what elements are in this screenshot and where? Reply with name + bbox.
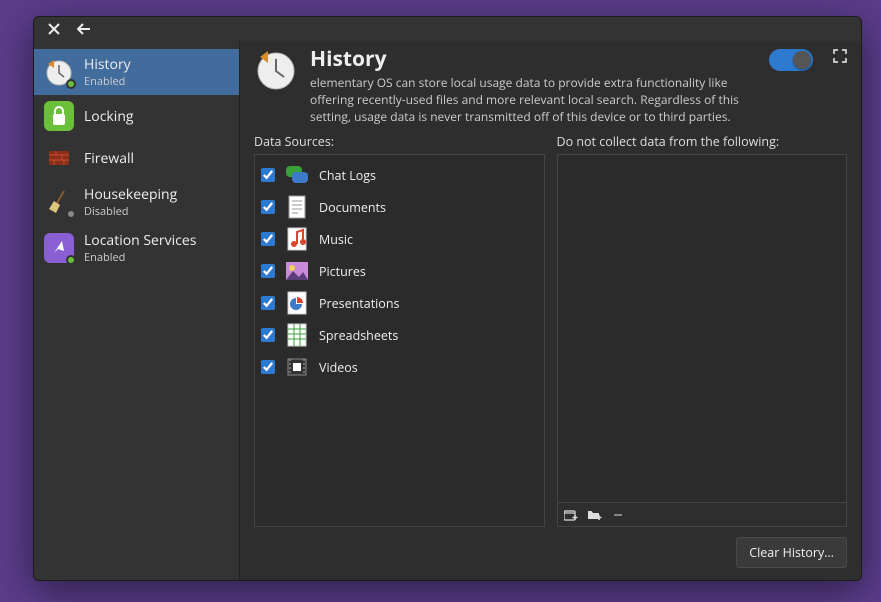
add-folder-icon[interactable] [588, 509, 602, 521]
data-source-label: Music [319, 231, 353, 248]
data-source-label: Pictures [319, 263, 366, 280]
expand-button[interactable] [833, 49, 847, 63]
exclude-column: Do not collect data from the following: [557, 133, 848, 527]
data-source-label: Presentations [319, 295, 399, 312]
data-source-label: Spreadsheets [319, 327, 398, 344]
titlebar [34, 17, 861, 41]
data-source-checkbox[interactable] [261, 328, 275, 342]
data-source-checkbox[interactable] [261, 264, 275, 278]
close-button[interactable] [44, 19, 64, 39]
music-icon [283, 225, 311, 253]
back-button[interactable] [74, 19, 94, 39]
panel-title: History [310, 45, 757, 73]
sidebar-item-label: Locking [84, 107, 134, 126]
data-source-item: Spreadsheets [255, 319, 544, 351]
data-source-item: Chat Logs [255, 159, 544, 191]
data-source-item: Presentations [255, 287, 544, 319]
panel-description: elementary OS can store local usage data… [310, 75, 757, 125]
sidebar-item-housekeeping[interactable]: HousekeepingDisabled [34, 179, 239, 225]
pictures-icon [283, 257, 311, 285]
lock-icon [44, 101, 74, 131]
data-source-label: Documents [319, 199, 386, 216]
document-icon [283, 193, 311, 221]
data-source-label: Videos [319, 359, 358, 376]
presentation-icon [283, 289, 311, 317]
location-icon [44, 233, 74, 263]
firewall-icon [44, 143, 74, 173]
data-source-item: Videos [255, 351, 544, 383]
history-toggle[interactable] [769, 49, 813, 71]
video-icon [283, 353, 311, 381]
sidebar-item-label: Housekeeping [84, 185, 177, 204]
data-sources-label: Data Sources: [254, 133, 545, 150]
data-source-checkbox[interactable] [261, 360, 275, 374]
exclude-toolbar [557, 503, 848, 527]
broom-icon [44, 187, 74, 217]
data-source-item: Documents [255, 191, 544, 223]
sidebar-item-location-services[interactable]: Location ServicesEnabled [34, 225, 239, 271]
panel-header: History elementary OS can store local us… [254, 45, 847, 125]
remove-icon[interactable] [612, 509, 624, 521]
data-sources-list: Chat Logs Documents Music Pictures Presentat… [254, 154, 545, 527]
sidebar: HistoryEnabledLockingFirewallHousekeepin… [34, 41, 240, 580]
sidebar-item-label: Location Services [84, 231, 196, 250]
clear-history-button[interactable]: Clear History… [736, 537, 847, 568]
chat-icon [283, 161, 311, 189]
data-source-checkbox[interactable] [261, 296, 275, 310]
history-icon [44, 57, 74, 87]
main-panel: History elementary OS can store local us… [240, 41, 861, 580]
sidebar-item-label: Firewall [84, 149, 134, 168]
history-icon [254, 47, 298, 91]
data-source-label: Chat Logs [319, 167, 376, 184]
footer: Clear History… [254, 537, 847, 568]
sidebar-item-history[interactable]: HistoryEnabled [34, 49, 239, 95]
data-source-item: Music [255, 223, 544, 255]
data-sources-column: Data Sources: Chat Logs Documents Music Pic… [254, 133, 545, 527]
data-source-item: Pictures [255, 255, 544, 287]
sidebar-item-sublabel: Disabled [84, 204, 177, 219]
exclude-label: Do not collect data from the following: [557, 133, 848, 150]
data-source-checkbox[interactable] [261, 200, 275, 214]
data-source-checkbox[interactable] [261, 168, 275, 182]
sidebar-item-sublabel: Enabled [84, 74, 131, 89]
sidebar-item-locking[interactable]: Locking [34, 95, 239, 137]
sidebar-item-firewall[interactable]: Firewall [34, 137, 239, 179]
sidebar-item-sublabel: Enabled [84, 250, 196, 265]
add-file-icon[interactable] [564, 509, 578, 521]
spreadsheet-icon [283, 321, 311, 349]
settings-window: HistoryEnabledLockingFirewallHousekeepin… [33, 16, 862, 581]
sidebar-item-label: History [84, 55, 131, 74]
data-source-checkbox[interactable] [261, 232, 275, 246]
exclude-list [557, 154, 848, 503]
